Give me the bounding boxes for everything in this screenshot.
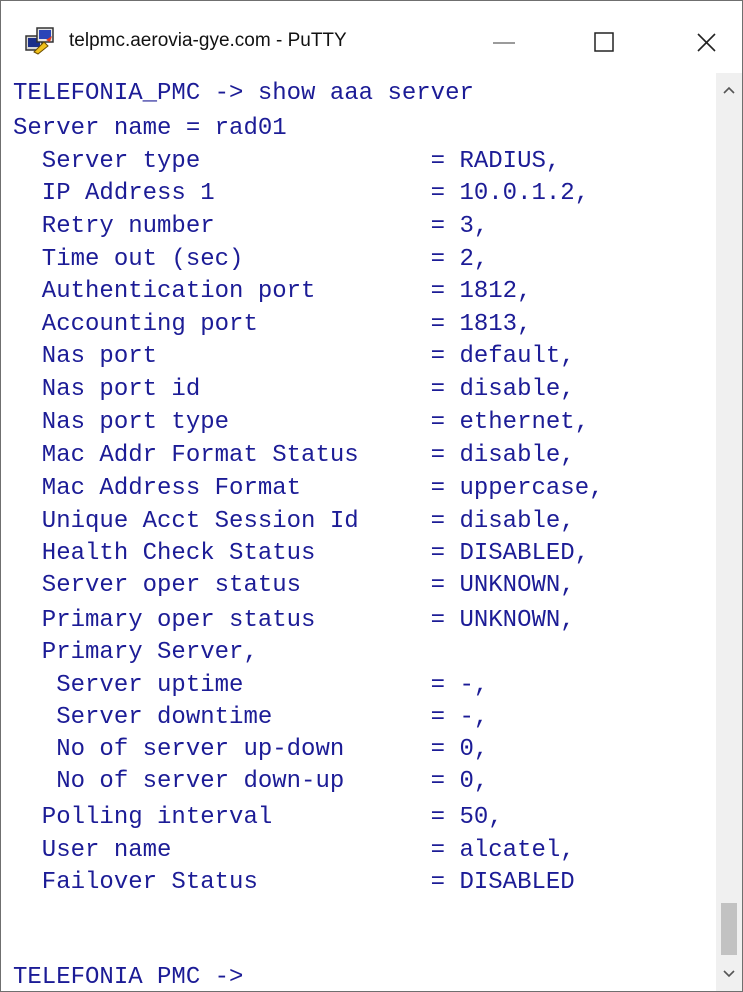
terminal-line: Nas port id = disable,: [13, 376, 575, 403]
terminal-line: Server type = RADIUS,: [13, 148, 561, 175]
terminal-line: User name = alcatel,: [13, 837, 575, 864]
maximize-button[interactable]: [571, 15, 637, 65]
terminal-line: Accounting port = 1813,: [13, 311, 532, 338]
close-icon: [697, 33, 716, 52]
terminal-line: Server name = rad01: [13, 115, 287, 142]
vertical-scrollbar[interactable]: [716, 73, 742, 991]
terminal-line: Retry number = 3,: [13, 213, 489, 240]
terminal-prompt: TELEFONIA PMC ->: [13, 964, 244, 991]
terminal-line: Health Check Status = DISABLED,: [13, 540, 590, 567]
terminal-line: Mac Addr Format Status = disable,: [13, 442, 575, 469]
terminal-line: Nas port = default,: [13, 343, 575, 370]
terminal-line: IP Address 1 = 10.0.1.2,: [13, 180, 590, 207]
scroll-up-button[interactable]: [716, 73, 742, 107]
terminal-line: Server downtime = -,: [13, 704, 489, 731]
scrollbar-thumb[interactable]: [721, 903, 737, 955]
title-bar[interactable]: telpmc.aerovia-gye.com - PuTTY: [1, 1, 742, 73]
minimize-icon: [493, 42, 515, 44]
terminal-line: TELEFONIA_PMC -> show aaa server: [13, 80, 474, 107]
terminal-line: Mac Address Format = uppercase,: [13, 475, 604, 502]
putty-window: telpmc.aerovia-gye.com - PuTTY TELEFONIA…: [0, 0, 743, 992]
terminal-line: Authentication port = 1812,: [13, 278, 532, 305]
window-title: telpmc.aerovia-gye.com - PuTTY: [69, 30, 347, 51]
terminal-line: Server oper status = UNKNOWN,: [13, 572, 575, 599]
terminal-line: Time out (sec) = 2,: [13, 246, 489, 273]
close-button[interactable]: [674, 15, 740, 65]
terminal-line: Primary oper status = UNKNOWN,: [13, 607, 575, 634]
chevron-down-icon: [723, 970, 735, 978]
terminal-line: Nas port type = ethernet,: [13, 409, 590, 436]
terminal-line: Primary Server,: [13, 639, 258, 666]
chevron-up-icon: [723, 86, 735, 94]
terminal-area[interactable]: TELEFONIA_PMC -> show aaa server Server …: [1, 73, 716, 991]
putty-icon[interactable]: [25, 27, 57, 55]
terminal-line: No of server down-up = 0,: [13, 768, 489, 795]
scroll-down-button[interactable]: [716, 957, 742, 991]
terminal-line: No of server up-down = 0,: [13, 736, 489, 763]
terminal-line: Unique Acct Session Id = disable,: [13, 508, 575, 535]
maximize-icon: [594, 32, 614, 52]
terminal-line: Server uptime = -,: [13, 672, 489, 699]
terminal-line: Polling interval = 50,: [13, 804, 503, 831]
minimize-button[interactable]: [471, 15, 537, 65]
terminal-line: Failover Status = DISABLED: [13, 869, 575, 896]
